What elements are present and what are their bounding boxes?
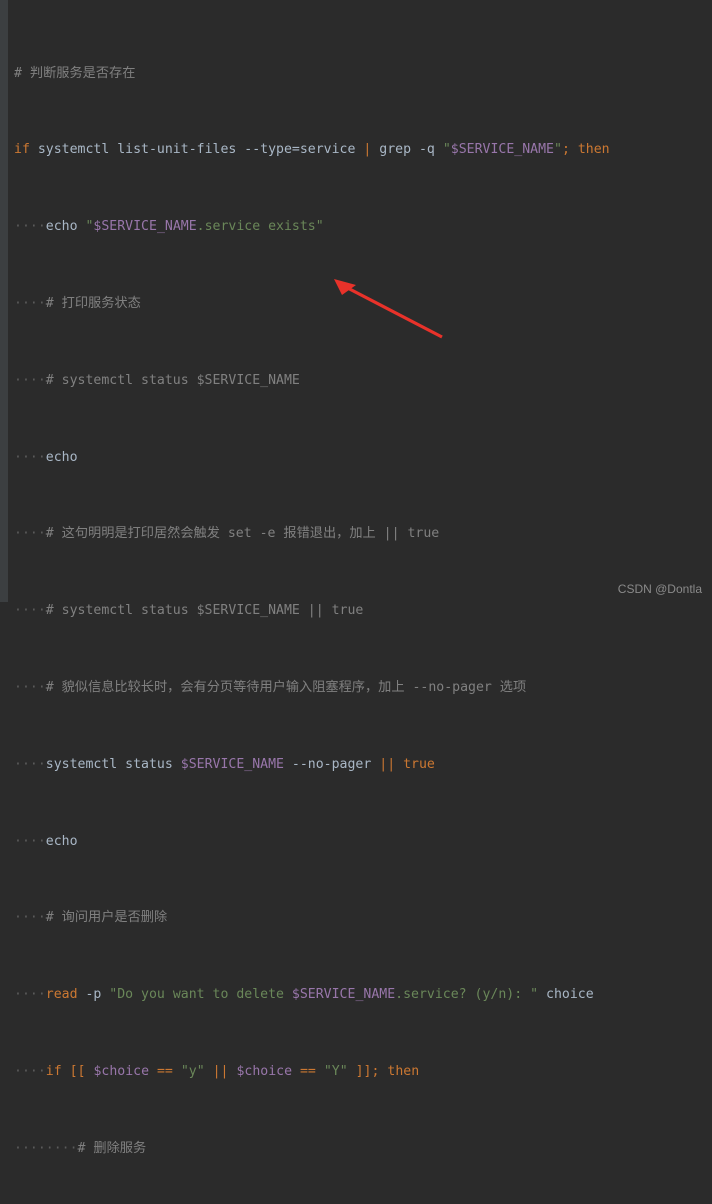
code-editor-view: # 判断服务是否存在 if systemctl list-unit-files … — [0, 0, 712, 1156]
code-line-2: if systemctl list-unit-files --type=serv… — [14, 142, 610, 158]
code-line-7: ····# 这句明明是打印居然会触发 set -e 报错退出，加上 || tru… — [14, 526, 440, 542]
code-line-1: # 判断服务是否存在 — [14, 65, 136, 81]
code-line-5: ····# systemctl status $SERVICE_NAME — [14, 372, 300, 388]
code-content[interactable]: # 判断服务是否存在 if systemctl list-unit-files … — [14, 6, 712, 1204]
code-line-10: ····systemctl status $SERVICE_NAME --no-… — [14, 756, 435, 772]
editor-gutter — [0, 0, 8, 602]
code-line-15: ········# 删除服务 — [14, 1140, 147, 1156]
code-line-9: ····# 貌似信息比较长时，会有分页等待用户输入阻塞程序，加上 --no-pa… — [14, 679, 527, 695]
code-line-14: ····if [[ $choice == "y" || $choice == "… — [14, 1063, 420, 1079]
code-line-6: ····echo — [14, 449, 78, 465]
code-line-8: ····# systemctl status $SERVICE_NAME || … — [14, 603, 364, 619]
red-arrow-annotation — [334, 279, 443, 339]
code-line-11: ····echo — [14, 833, 78, 849]
watermark: CSDN @Dontla — [617, 582, 702, 596]
code-line-3: ····echo "$SERVICE_NAME.service exists" — [14, 219, 324, 235]
code-line-12: ····# 询问用户是否删除 — [14, 910, 168, 926]
code-line-13: ····read -p "Do you want to delete $SERV… — [14, 987, 594, 1003]
